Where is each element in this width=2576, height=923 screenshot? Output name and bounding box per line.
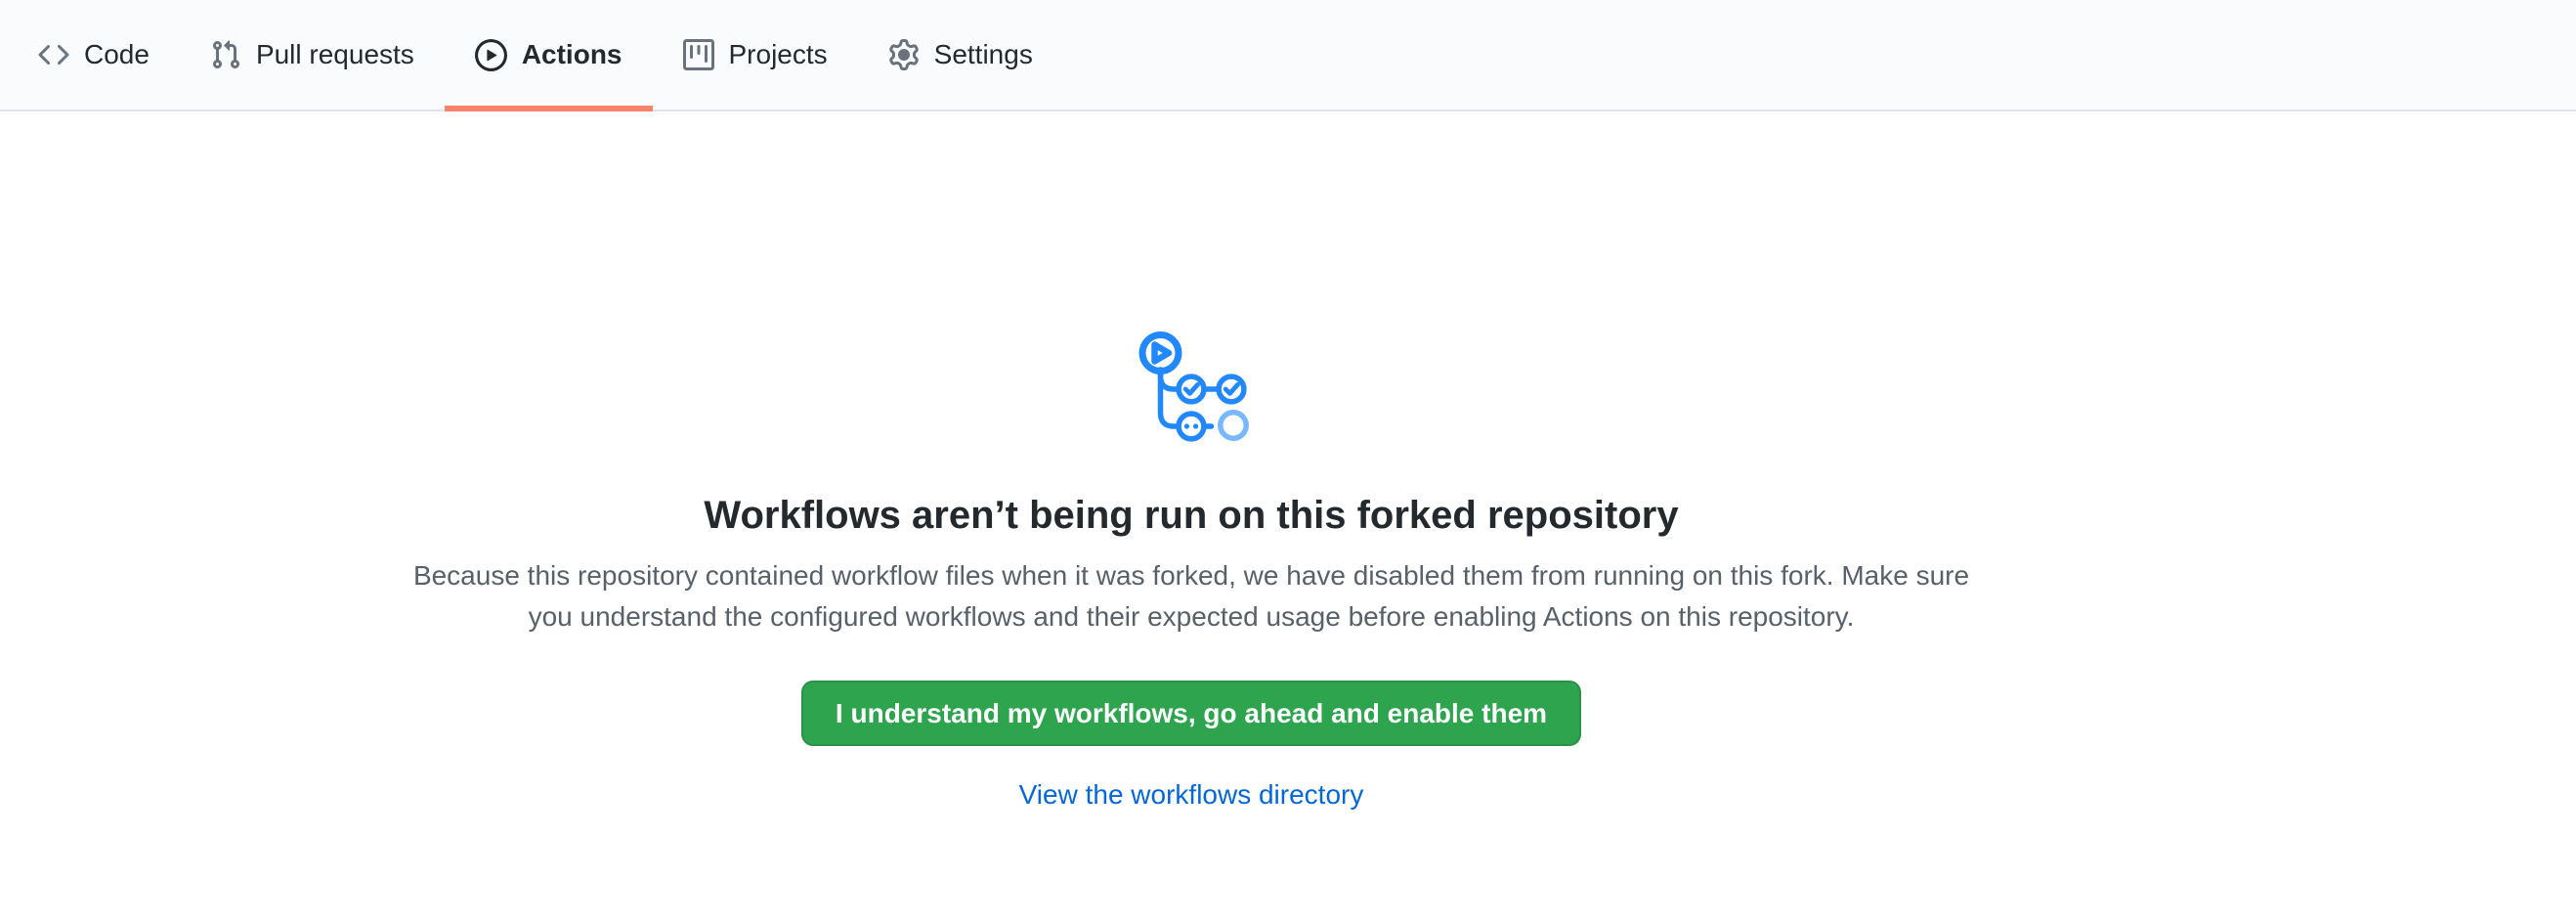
enable-workflows-button[interactable]: I understand my workflows, go ahead and … (801, 681, 1581, 746)
view-workflows-directory-link[interactable]: View the workflows directory (1019, 779, 1364, 811)
tab-actions-label: Actions (522, 39, 623, 70)
tab-projects-label: Projects (729, 39, 828, 70)
tab-settings[interactable]: Settings (858, 0, 1063, 110)
blankslate-heading: Workflows aren’t being run on this forke… (704, 491, 1678, 540)
actions-workflow-icon (1132, 111, 1252, 442)
blankslate-description: Because this repository contained workfl… (398, 555, 1986, 637)
tab-projects[interactable]: Projects (653, 0, 858, 110)
tab-actions[interactable]: Actions (445, 0, 653, 110)
git-pull-request-icon (210, 39, 241, 70)
actions-blankslate: Workflows aren’t being run on this forke… (0, 111, 2383, 811)
tab-code[interactable]: Code (8, 0, 180, 110)
code-icon (38, 39, 69, 70)
play-circle-icon (475, 39, 507, 71)
tab-pull-requests[interactable]: Pull requests (180, 0, 445, 110)
repo-tab-nav: Code Pull requests Actions Projects Sett… (0, 0, 2576, 111)
tab-code-label: Code (84, 39, 150, 70)
tab-settings-label: Settings (934, 39, 1033, 70)
tab-pull-requests-label: Pull requests (256, 39, 414, 70)
gear-icon (888, 39, 920, 70)
project-icon (683, 39, 714, 70)
